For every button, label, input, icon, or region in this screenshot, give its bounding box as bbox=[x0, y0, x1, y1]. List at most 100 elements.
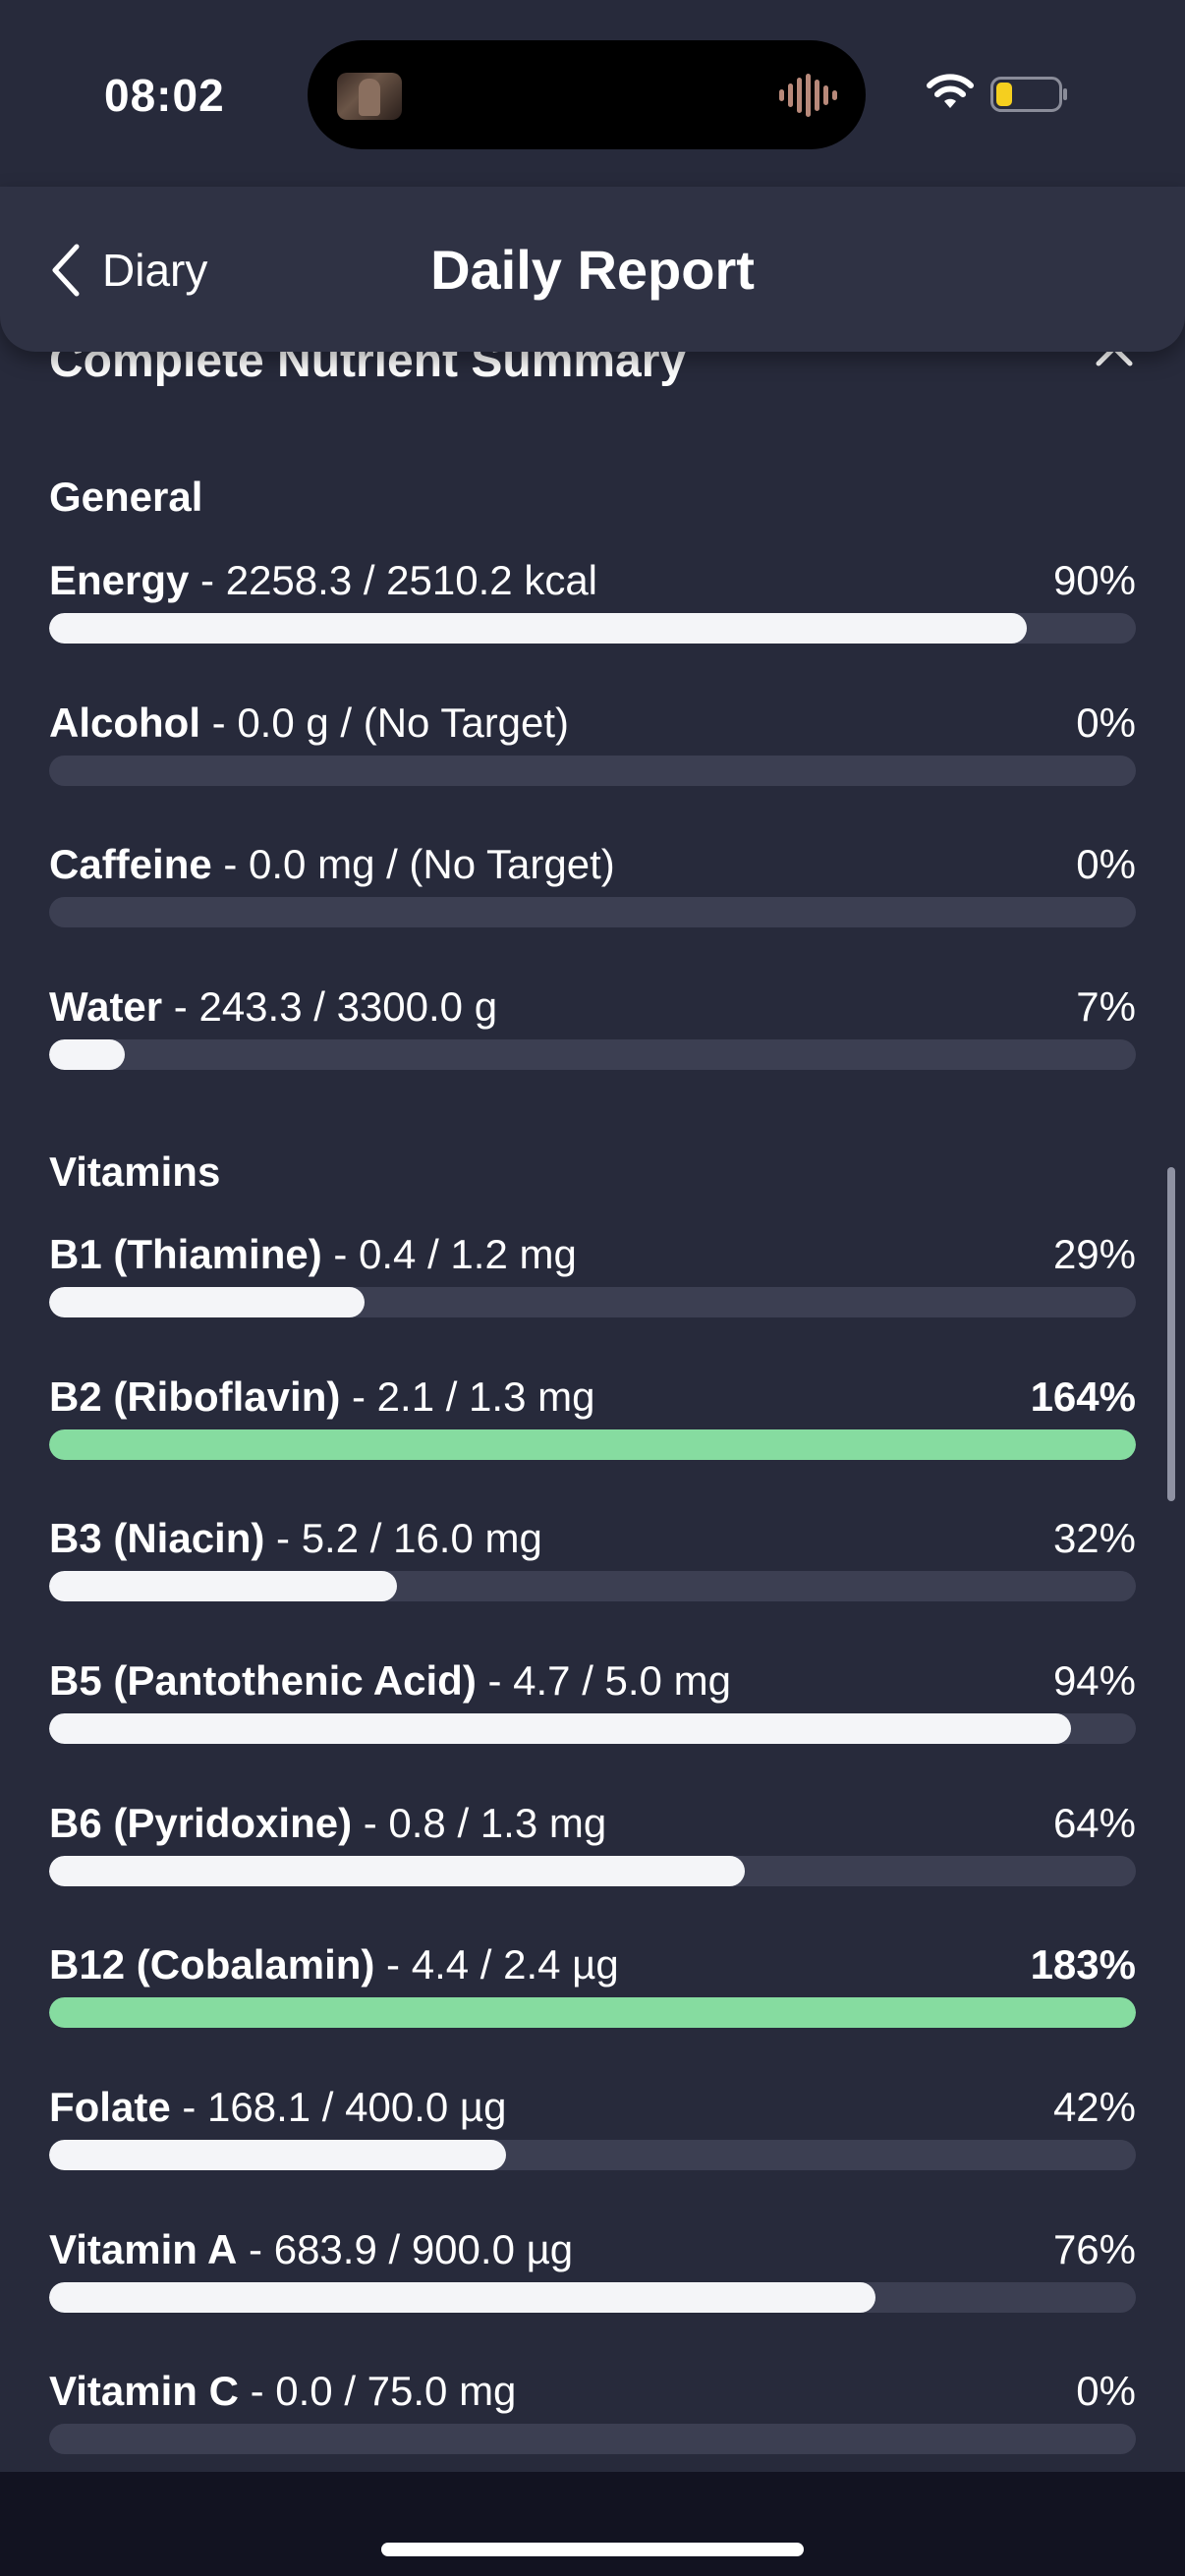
nutrient-name: B6 (Pyridoxine) bbox=[49, 1800, 353, 1846]
nutrient-amount: - 5.2 / 16.0 mg bbox=[264, 1515, 542, 1561]
nutrient-percent: 0% bbox=[1076, 2368, 1136, 2414]
nutrient-amount: - 0.4 / 1.2 mg bbox=[321, 1231, 577, 1277]
nutrient-amount: - 4.4 / 2.4 µg bbox=[374, 1941, 619, 1988]
group-title-general: General bbox=[49, 474, 203, 520]
audio-waveform-icon bbox=[779, 74, 837, 117]
nutrient-amount: - 0.8 / 1.3 mg bbox=[352, 1800, 607, 1846]
progress-fill bbox=[49, 1571, 397, 1601]
row-label: B5 (Pantothenic Acid) - 4.7 / 5.0 mg bbox=[49, 1657, 731, 1705]
nutrient-row-b2: B2 (Riboflavin) - 2.1 / 1.3 mg 164% bbox=[49, 1373, 1136, 1472]
nutrient-name: Alcohol bbox=[49, 700, 200, 746]
progress-fill bbox=[49, 1856, 745, 1886]
now-playing-artwork bbox=[337, 73, 402, 120]
row-label: B12 (Cobalamin) - 4.4 / 2.4 µg bbox=[49, 1941, 619, 1988]
nutrient-percent: 94% bbox=[1052, 1657, 1136, 1704]
row-label: Caffeine - 0.0 mg / (No Target) bbox=[49, 841, 615, 888]
progress-track bbox=[49, 2424, 1136, 2454]
nutrient-percent: 0% bbox=[1076, 700, 1136, 746]
nutrient-amount: - 2.1 / 1.3 mg bbox=[340, 1373, 595, 1420]
nutrient-row-caffeine: Caffeine - 0.0 mg / (No Target) 0% bbox=[49, 841, 1136, 939]
nutrient-name: B5 (Pantothenic Acid) bbox=[49, 1657, 477, 1704]
nutrient-name: B3 (Niacin) bbox=[49, 1515, 265, 1561]
progress-fill bbox=[49, 1713, 1071, 1744]
nutrient-percent: 0% bbox=[1076, 841, 1136, 887]
nutrient-row-b3: B3 (Niacin) - 5.2 / 16.0 mg 32% bbox=[49, 1515, 1136, 1613]
progress-track bbox=[49, 1571, 1136, 1601]
progress-track bbox=[49, 1997, 1136, 2028]
nutrient-name: Water bbox=[49, 983, 163, 1030]
nutrient-row-water: Water - 243.3 / 3300.0 g 7% bbox=[49, 983, 1136, 1082]
nutrient-amount: - 683.9 / 900.0 µg bbox=[237, 2226, 574, 2272]
group-title-vitamins: Vitamins bbox=[49, 1148, 221, 1195]
nutrient-name: Energy bbox=[49, 557, 190, 603]
nutrient-percent: 7% bbox=[1076, 983, 1136, 1030]
nutrient-row-energy: Energy - 2258.3 / 2510.2 kcal 90% bbox=[49, 557, 1136, 655]
progress-track bbox=[49, 897, 1136, 927]
progress-fill bbox=[49, 613, 1028, 644]
progress-fill bbox=[49, 1997, 1136, 2028]
nutrient-name: Vitamin C bbox=[49, 2368, 239, 2414]
nutrient-percent: 164% bbox=[1030, 1373, 1136, 1420]
nutrient-amount: - 0.0 / 75.0 mg bbox=[238, 2368, 517, 2414]
row-label: Water - 243.3 / 3300.0 g bbox=[49, 983, 497, 1031]
progress-track bbox=[49, 1429, 1136, 1460]
row-label: B6 (Pyridoxine) - 0.8 / 1.3 mg bbox=[49, 1800, 606, 1847]
status-time: 08:02 bbox=[104, 70, 225, 121]
row-label: B3 (Niacin) - 5.2 / 16.0 mg bbox=[49, 1515, 542, 1562]
nutrient-amount: - 0.0 g / (No Target) bbox=[200, 700, 570, 746]
status-bar: 08:02 bbox=[0, 0, 1185, 187]
wifi-icon bbox=[927, 74, 974, 108]
nutrient-percent: 64% bbox=[1052, 1800, 1136, 1846]
nutrient-amount: - 4.7 / 5.0 mg bbox=[476, 1657, 731, 1704]
row-label: Alcohol - 0.0 g / (No Target) bbox=[49, 700, 569, 747]
page-title: Daily Report bbox=[430, 239, 755, 301]
nutrient-row-b5: B5 (Pantothenic Acid) - 4.7 / 5.0 mg 94% bbox=[49, 1657, 1136, 1756]
progress-track bbox=[49, 756, 1136, 786]
nutrient-percent: 42% bbox=[1052, 2084, 1136, 2130]
nutrient-percent: 29% bbox=[1052, 1231, 1136, 1277]
row-label: B2 (Riboflavin) - 2.1 / 1.3 mg bbox=[49, 1373, 594, 1421]
nutrient-name: Caffeine bbox=[49, 841, 212, 887]
progress-track bbox=[49, 2140, 1136, 2170]
row-label: Vitamin A - 683.9 / 900.0 µg bbox=[49, 2226, 573, 2273]
progress-track bbox=[49, 1713, 1136, 1744]
nutrient-name: B1 (Thiamine) bbox=[49, 1231, 322, 1277]
nutrient-name: Vitamin A bbox=[49, 2226, 238, 2272]
row-label: Folate - 168.1 / 400.0 µg bbox=[49, 2084, 506, 2131]
nutrient-name: B12 (Cobalamin) bbox=[49, 1941, 375, 1988]
progress-track bbox=[49, 1856, 1136, 1886]
nutrient-percent: 183% bbox=[1030, 1941, 1136, 1988]
progress-fill bbox=[49, 2140, 506, 2170]
report-content[interactable]: Complete Nutrient Summary General Energy… bbox=[0, 334, 1185, 2472]
nutrient-row-b6: B6 (Pyridoxine) - 0.8 / 1.3 mg 64% bbox=[49, 1800, 1136, 1898]
progress-track bbox=[49, 1287, 1136, 1317]
nutrient-row-b12: B12 (Cobalamin) - 4.4 / 2.4 µg 183% bbox=[49, 1941, 1136, 2040]
nutrient-percent: 76% bbox=[1052, 2226, 1136, 2272]
scrollbar-thumb[interactable] bbox=[1167, 1167, 1175, 1501]
row-label: Vitamin C - 0.0 / 75.0 mg bbox=[49, 2368, 516, 2415]
home-bar-area bbox=[0, 2472, 1185, 2576]
nav-header: Diary Daily Report bbox=[0, 187, 1185, 352]
progress-fill bbox=[49, 1429, 1136, 1460]
progress-fill bbox=[49, 1039, 126, 1070]
progress-track bbox=[49, 2282, 1136, 2313]
progress-track bbox=[49, 613, 1136, 644]
nutrient-name: B2 (Riboflavin) bbox=[49, 1373, 341, 1420]
nutrient-amount: - 2258.3 / 2510.2 kcal bbox=[189, 557, 598, 603]
dynamic-island[interactable] bbox=[308, 40, 866, 149]
nutrient-row-b1: B1 (Thiamine) - 0.4 / 1.2 mg 29% bbox=[49, 1231, 1136, 1329]
nutrient-amount: - 168.1 / 400.0 µg bbox=[170, 2084, 507, 2130]
home-indicator[interactable] bbox=[381, 2543, 804, 2556]
progress-track bbox=[49, 1039, 1136, 1070]
nutrient-amount: - 243.3 / 3300.0 g bbox=[162, 983, 498, 1030]
nutrient-row-vitamin-a: Vitamin A - 683.9 / 900.0 µg 76% bbox=[49, 2226, 1136, 2324]
nutrient-percent: 32% bbox=[1052, 1515, 1136, 1561]
battery-icon bbox=[990, 77, 1067, 112]
progress-fill bbox=[49, 2282, 875, 2313]
nutrient-row-folate: Folate - 168.1 / 400.0 µg 42% bbox=[49, 2084, 1136, 2182]
nutrient-amount: - 0.0 mg / (No Target) bbox=[211, 841, 615, 887]
nutrient-row-alcohol: Alcohol - 0.0 g / (No Target) 0% bbox=[49, 700, 1136, 798]
progress-fill bbox=[49, 1287, 365, 1317]
nutrient-name: Folate bbox=[49, 2084, 171, 2130]
row-label: B1 (Thiamine) - 0.4 / 1.2 mg bbox=[49, 1231, 577, 1278]
